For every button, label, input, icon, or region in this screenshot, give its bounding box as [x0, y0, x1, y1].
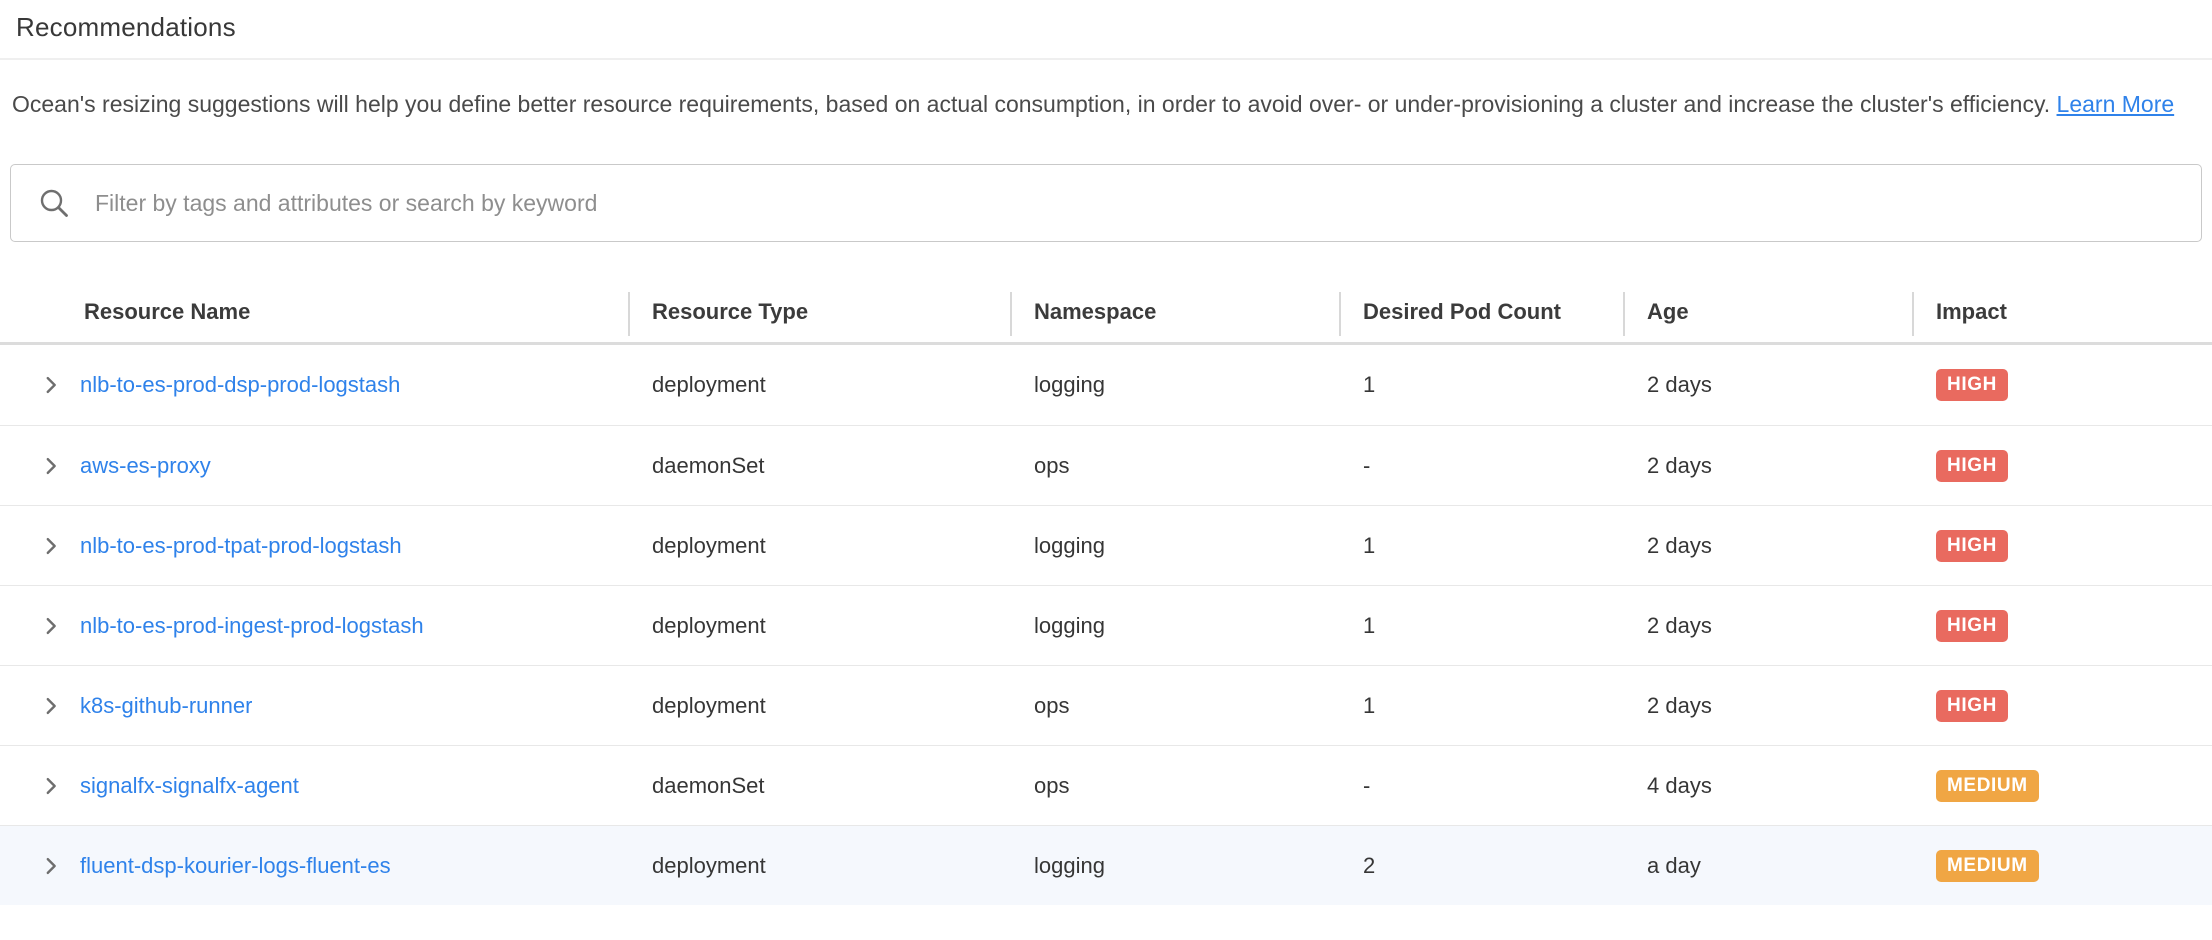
- impact-badge: MEDIUM: [1936, 850, 2039, 882]
- resource-type-cell: deployment: [628, 613, 1010, 639]
- resource-name-cell: aws-es-proxy: [0, 453, 628, 479]
- impact-cell: HIGH: [1912, 450, 2212, 482]
- age-cell: 2 days: [1623, 693, 1912, 719]
- table-header: Resource Name Resource Type Namespace De…: [0, 281, 2212, 345]
- desired-pod-count-cell: 1: [1339, 533, 1623, 559]
- resource-type-cell: deployment: [628, 372, 1010, 398]
- search-icon: [37, 186, 71, 220]
- table-row[interactable]: k8s-github-runner deployment ops 1 2 day…: [0, 665, 2212, 745]
- resource-name-link[interactable]: k8s-github-runner: [80, 693, 252, 719]
- impact-badge: MEDIUM: [1936, 770, 2039, 802]
- description-text: Ocean's resizing suggestions will help y…: [12, 91, 2050, 117]
- impact-badge: HIGH: [1936, 690, 2008, 722]
- page-title: Recommendations: [16, 12, 2196, 43]
- impact-cell: HIGH: [1912, 690, 2212, 722]
- age-cell: a day: [1623, 853, 1912, 879]
- age-cell: 2 days: [1623, 533, 1912, 559]
- filter-search-box[interactable]: [10, 164, 2202, 242]
- resource-name-link[interactable]: nlb-to-es-prod-ingest-prod-logstash: [80, 613, 424, 639]
- impact-cell: MEDIUM: [1912, 770, 2212, 802]
- column-header-age[interactable]: Age: [1623, 281, 1912, 342]
- table-row[interactable]: nlb-to-es-prod-tpat-prod-logstash deploy…: [0, 505, 2212, 585]
- resource-name-cell: fluent-dsp-kourier-logs-fluent-es: [0, 853, 628, 879]
- column-header-impact[interactable]: Impact: [1912, 281, 2212, 342]
- table-row[interactable]: fluent-dsp-kourier-logs-fluent-es deploy…: [0, 825, 2212, 905]
- resource-name-link[interactable]: nlb-to-es-prod-dsp-prod-logstash: [80, 372, 400, 398]
- page-description: Ocean's resizing suggestions will help y…: [0, 60, 2200, 122]
- resource-type-cell: deployment: [628, 533, 1010, 559]
- resource-type-cell: deployment: [628, 853, 1010, 879]
- impact-badge: HIGH: [1936, 369, 2008, 401]
- column-header-resource-type[interactable]: Resource Type: [628, 281, 1010, 342]
- column-header-namespace[interactable]: Namespace: [1010, 281, 1339, 342]
- search-input[interactable]: [95, 190, 2175, 217]
- resource-name-link[interactable]: nlb-to-es-prod-tpat-prod-logstash: [80, 533, 402, 559]
- desired-pod-count-cell: -: [1339, 453, 1623, 479]
- namespace-cell: ops: [1010, 693, 1339, 719]
- impact-cell: HIGH: [1912, 610, 2212, 642]
- resource-name-cell: signalfx-signalfx-agent: [0, 773, 628, 799]
- resource-name-cell: nlb-to-es-prod-tpat-prod-logstash: [0, 533, 628, 559]
- age-cell: 2 days: [1623, 453, 1912, 479]
- namespace-cell: logging: [1010, 613, 1339, 639]
- namespace-cell: logging: [1010, 853, 1339, 879]
- table-row[interactable]: nlb-to-es-prod-dsp-prod-logstash deploym…: [0, 345, 2212, 425]
- impact-badge: HIGH: [1936, 610, 2008, 642]
- resource-name-cell: nlb-to-es-prod-dsp-prod-logstash: [0, 372, 628, 398]
- resource-name-link[interactable]: signalfx-signalfx-agent: [80, 773, 299, 799]
- chevron-right-icon[interactable]: [40, 615, 62, 637]
- namespace-cell: ops: [1010, 453, 1339, 479]
- page-header: Recommendations: [0, 0, 2212, 60]
- resource-name-link[interactable]: aws-es-proxy: [80, 453, 211, 479]
- table-row[interactable]: signalfx-signalfx-agent daemonSet ops - …: [0, 745, 2212, 825]
- impact-cell: MEDIUM: [1912, 850, 2212, 882]
- impact-cell: HIGH: [1912, 369, 2212, 401]
- column-header-resource-name[interactable]: Resource Name: [0, 281, 628, 342]
- chevron-right-icon[interactable]: [40, 455, 62, 477]
- chevron-right-icon[interactable]: [40, 775, 62, 797]
- impact-cell: HIGH: [1912, 530, 2212, 562]
- table-row[interactable]: aws-es-proxy daemonSet ops - 2 days HIGH: [0, 425, 2212, 505]
- resource-name-cell: nlb-to-es-prod-ingest-prod-logstash: [0, 613, 628, 639]
- desired-pod-count-cell: 1: [1339, 613, 1623, 639]
- resource-type-cell: daemonSet: [628, 773, 1010, 799]
- desired-pod-count-cell: -: [1339, 773, 1623, 799]
- namespace-cell: ops: [1010, 773, 1339, 799]
- resource-type-cell: daemonSet: [628, 453, 1010, 479]
- namespace-cell: logging: [1010, 533, 1339, 559]
- resource-type-cell: deployment: [628, 693, 1010, 719]
- impact-badge: HIGH: [1936, 530, 2008, 562]
- desired-pod-count-cell: 1: [1339, 693, 1623, 719]
- age-cell: 2 days: [1623, 613, 1912, 639]
- desired-pod-count-cell: 2: [1339, 853, 1623, 879]
- chevron-right-icon[interactable]: [40, 535, 62, 557]
- age-cell: 2 days: [1623, 372, 1912, 398]
- age-cell: 4 days: [1623, 773, 1912, 799]
- chevron-right-icon[interactable]: [40, 695, 62, 717]
- table-row[interactable]: nlb-to-es-prod-ingest-prod-logstash depl…: [0, 585, 2212, 665]
- chevron-right-icon[interactable]: [40, 374, 62, 396]
- resource-name-link[interactable]: fluent-dsp-kourier-logs-fluent-es: [80, 853, 391, 879]
- desired-pod-count-cell: 1: [1339, 372, 1623, 398]
- column-header-desired-pod-count[interactable]: Desired Pod Count: [1339, 281, 1623, 342]
- impact-badge: HIGH: [1936, 450, 2008, 482]
- resource-name-cell: k8s-github-runner: [0, 693, 628, 719]
- chevron-right-icon[interactable]: [40, 855, 62, 877]
- recommendations-table-body: nlb-to-es-prod-dsp-prod-logstash deploym…: [0, 345, 2212, 905]
- learn-more-link[interactable]: Learn More: [2057, 91, 2175, 117]
- namespace-cell: logging: [1010, 372, 1339, 398]
